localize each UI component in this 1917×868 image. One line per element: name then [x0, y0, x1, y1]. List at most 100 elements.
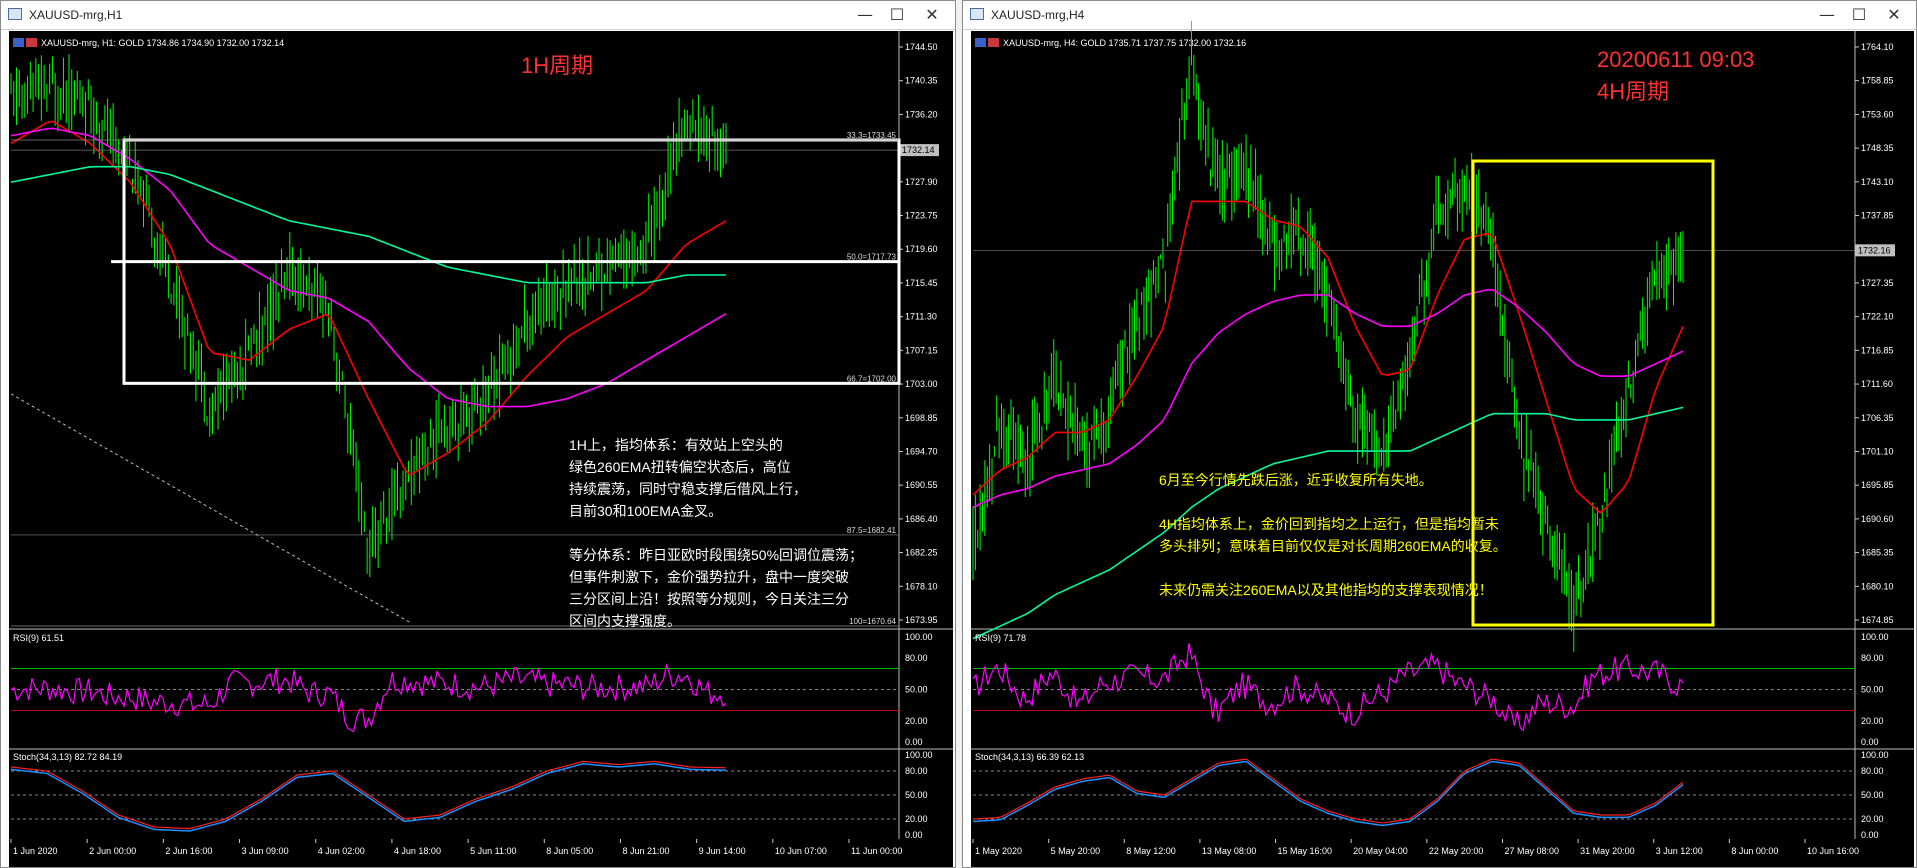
price-chart-h1[interactable]: XAUUSD-mrg, H1: GOLD 1734.86 1734.90 173…	[1, 1, 955, 867]
price-tick-label: 1673.95	[905, 615, 938, 625]
rsi-label: RSI(9) 71.78	[975, 633, 1026, 643]
price-tick-label: 1764.10	[1861, 42, 1894, 52]
time-tick-label: 1 May 2020	[975, 846, 1022, 856]
analysis-note-line: 三分区间上沿！按照等分规则，今日关注三分	[569, 591, 849, 607]
price-tick-label: 1743.10	[1861, 177, 1894, 187]
price-tick-label: 1690.55	[905, 480, 938, 490]
fib-level-label: 50.0=1717.73	[847, 253, 897, 262]
analysis-note-line: 多头排列；意味着目前仅仅是对长周期260EMA的收复。	[1159, 538, 1507, 555]
stoch-tick-label: 100.00	[1861, 750, 1889, 760]
symbol-flag-icon	[13, 38, 24, 47]
rsi-label: RSI(9) 61.51	[13, 633, 64, 643]
rsi-tick-label: 80.00	[1861, 653, 1884, 663]
price-tick-label: 1695.85	[1861, 480, 1894, 490]
price-tick-label: 1701.10	[1861, 446, 1894, 456]
time-tick-label: 3 Jun 12:00	[1656, 846, 1703, 856]
rsi-tick-label: 50.00	[1861, 685, 1884, 695]
time-tick-label: 4 Jun 02:00	[318, 846, 365, 856]
time-tick-label: 8 Jun 21:00	[622, 846, 669, 856]
stoch-tick-label: 50.00	[905, 790, 928, 800]
time-tick-label: 20 May 04:00	[1353, 846, 1408, 856]
analysis-note-line: 未来仍需关注260EMA以及其他指均的支撑表现情况！	[1159, 582, 1493, 598]
time-tick-label: 8 Jun 05:00	[546, 846, 593, 856]
chart-header: XAUUSD-mrg, H4: GOLD 1735.71 1737.75 173…	[1003, 38, 1246, 48]
price-tick-label: 1722.10	[1861, 312, 1894, 322]
price-tick-label: 1737.85	[1861, 211, 1894, 221]
time-tick-label: 2 Jun 16:00	[165, 846, 212, 856]
price-tick-label: 1678.10	[905, 581, 938, 591]
analysis-note-line: 4H指均体系上，金价回到指均之上运行，但是指均暂未	[1159, 516, 1499, 532]
analysis-note-line: 目前30和100EMA金叉。	[569, 503, 722, 519]
time-tick-label: 5 May 20:00	[1051, 846, 1101, 856]
price-tick-label: 1706.35	[1861, 413, 1894, 423]
stoch-tick-label: 0.00	[905, 830, 923, 840]
analysis-note-line: 1H上，指均体系：有效站上空头的	[569, 437, 783, 453]
price-tick-label: 1711.30	[905, 312, 937, 322]
stoch-tick-label: 20.00	[1861, 814, 1884, 824]
price-tick-label: 1727.90	[905, 177, 938, 187]
price-tick-label: 1685.35	[1861, 548, 1894, 558]
time-tick-label: 2 Jun 00:00	[89, 846, 136, 856]
price-tick-label: 1723.75	[905, 211, 938, 221]
chart-window-h4[interactable]: XAUUSD-mrg,H4 — ☐ ✕ XAUUSD-mrg, H4: GOLD…	[962, 0, 1917, 868]
price-tick-label: 1680.10	[1861, 581, 1894, 591]
symbol-flag-icon	[26, 38, 37, 47]
price-tick-label: 1682.25	[905, 548, 938, 558]
time-tick-label: 11 Jun 00:00	[851, 846, 902, 856]
time-tick-label: 31 May 20:00	[1580, 846, 1635, 856]
time-tick-label: 9 Jun 14:00	[699, 846, 746, 856]
stoch-tick-label: 100.00	[905, 750, 933, 760]
price-tick-label: 1744.50	[905, 42, 938, 52]
symbol-flag-icon	[975, 38, 986, 47]
time-tick-label: 27 May 08:00	[1504, 846, 1559, 856]
current-price-label: 1732.14	[902, 145, 935, 155]
price-tick-label: 1674.85	[1861, 615, 1894, 625]
current-price-label: 1732.16	[1858, 245, 1891, 255]
rsi-tick-label: 20.00	[1861, 716, 1884, 726]
price-tick-label: 1740.35	[905, 76, 938, 86]
analysis-note-line: 持续震荡，同时守稳支撑后借风上行，	[569, 481, 807, 497]
rsi-tick-label: 80.00	[905, 653, 928, 663]
fib-level-label: 66.7=1702.00	[847, 374, 897, 383]
stoch-tick-label: 50.00	[1861, 790, 1884, 800]
price-tick-label: 1707.15	[905, 345, 938, 355]
price-tick-label: 1719.60	[905, 244, 938, 254]
analysis-note-line: 区间内支撑强度。	[569, 613, 681, 629]
stoch-tick-label: 0.00	[1861, 830, 1879, 840]
period-label: 4H周期	[1597, 79, 1669, 104]
fib-level-label: 33.3=1733.45	[847, 131, 897, 140]
price-chart-h4[interactable]: XAUUSD-mrg, H4: GOLD 1735.71 1737.75 173…	[963, 1, 1916, 867]
price-tick-label: 1715.45	[905, 278, 938, 288]
fib-level-label: 100=1670.64	[849, 617, 896, 626]
stoch-tick-label: 20.00	[905, 814, 928, 824]
analysis-note-line: 绿色260EMA扭转偏空状态后，高位	[569, 459, 791, 475]
price-tick-label: 1727.35	[1861, 278, 1894, 288]
rsi-tick-label: 0.00	[1861, 737, 1879, 747]
price-tick-label: 1736.20	[905, 109, 938, 119]
price-tick-label: 1716.85	[1861, 345, 1894, 355]
time-tick-label: 3 Jun 09:00	[242, 846, 289, 856]
price-tick-label: 1753.60	[1861, 109, 1894, 119]
stoch-tick-label: 80.00	[905, 766, 928, 776]
analysis-note-line: 6月至今行情先跌后涨，近乎收复所有失地。	[1159, 472, 1433, 488]
time-tick-label: 8 May 12:00	[1126, 846, 1176, 856]
price-tick-label: 1748.35	[1861, 143, 1894, 153]
period-label: 1H周期	[521, 53, 593, 78]
time-tick-label: 10 Jun 07:00	[775, 846, 827, 856]
price-tick-label: 1698.85	[905, 413, 938, 423]
rsi-tick-label: 100.00	[1861, 632, 1889, 642]
time-tick-label: 5 Jun 11:00	[470, 846, 516, 856]
rsi-tick-label: 50.00	[905, 685, 928, 695]
price-tick-label: 1711.60	[1861, 379, 1893, 389]
price-tick-label: 1694.70	[905, 446, 938, 456]
time-tick-label: 15 May 16:00	[1278, 846, 1333, 856]
fib-level-label: 87.5=1682.41	[847, 526, 897, 535]
stoch-tick-label: 80.00	[1861, 766, 1884, 776]
rsi-tick-label: 0.00	[905, 737, 923, 747]
chart-window-h1[interactable]: XAUUSD-mrg,H1 — ☐ ✕ XAUUSD-mrg, H1: GOLD…	[0, 0, 956, 868]
chart-header: XAUUSD-mrg, H1: GOLD 1734.86 1734.90 173…	[41, 38, 284, 48]
analysis-note-line: 等分体系：昨日亚欧时段围绕50%回调位震荡；	[569, 547, 863, 564]
price-tick-label: 1690.60	[1861, 514, 1894, 524]
time-tick-label: 13 May 08:00	[1202, 846, 1257, 856]
rsi-tick-label: 100.00	[905, 632, 933, 642]
